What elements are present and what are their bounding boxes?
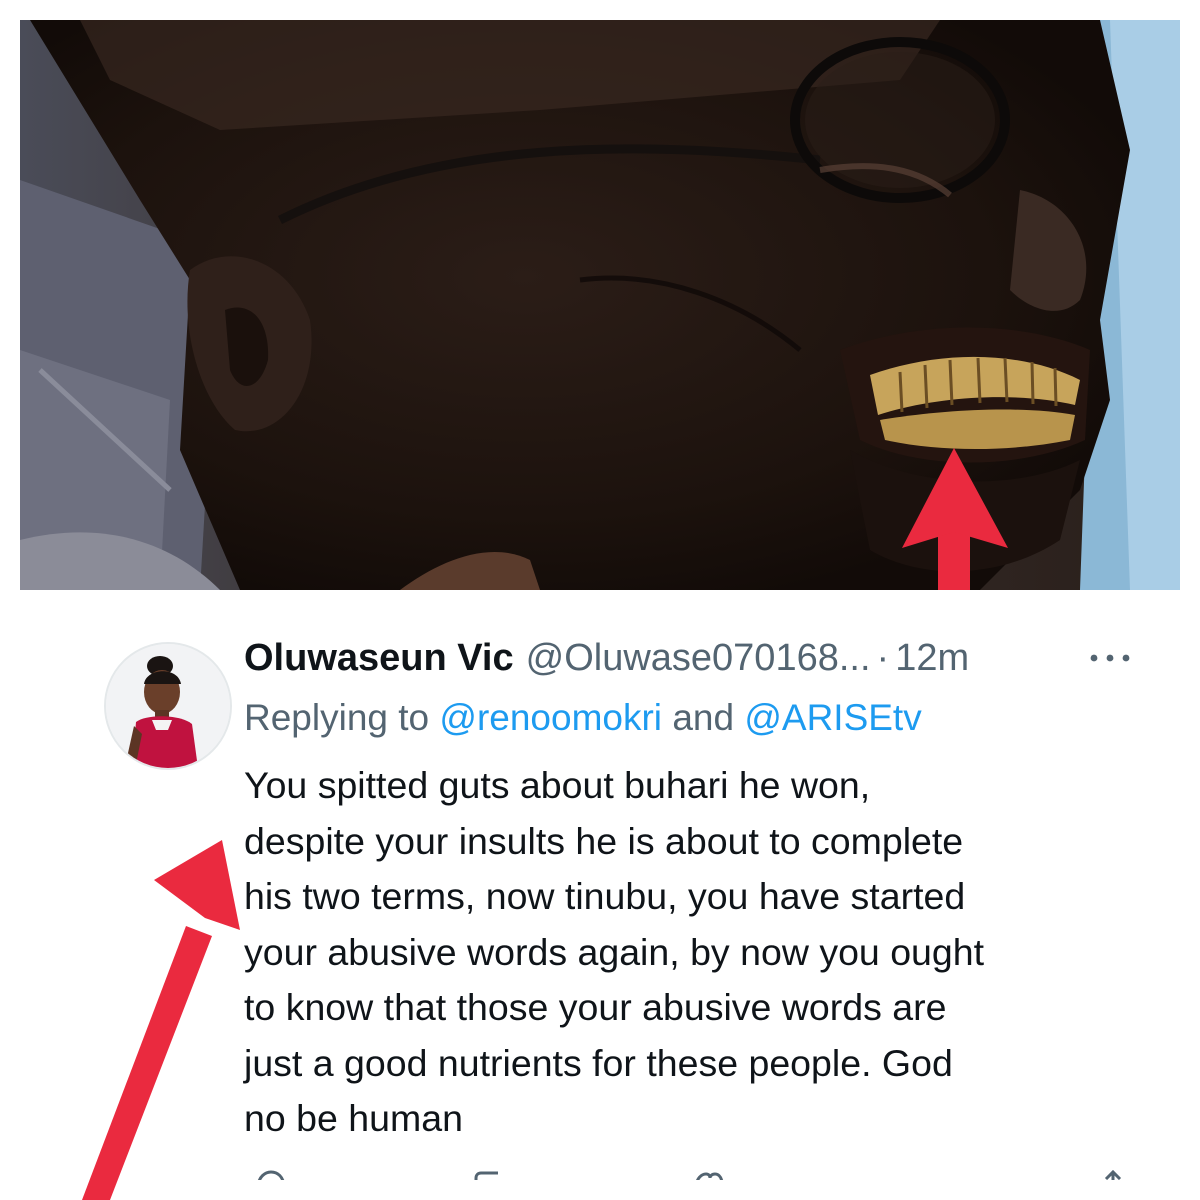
mention-joiner: and: [672, 697, 735, 738]
more-horizontal-icon[interactable]: [1084, 646, 1140, 670]
display-name[interactable]: Oluwaseun Vic: [244, 632, 514, 684]
separator-dot: ·: [876, 637, 890, 679]
tweet-header: Oluwaseun Vic @Oluwase070168... · 12m: [244, 632, 969, 684]
tweet-action-bar: [244, 1168, 1134, 1180]
like-icon[interactable]: [692, 1168, 726, 1180]
replying-to-line: Replying to @renoomokri and @ARISEtv: [244, 692, 922, 744]
tweet-body-line: his two terms, now tinubu, you have star…: [244, 875, 966, 917]
tweet-body-line: your abusive words again, by now you oug…: [244, 930, 985, 973]
tweet-body: You spitted guts about buhari he won, de…: [244, 758, 1124, 1147]
replying-prefix: Replying to: [244, 697, 430, 738]
reply-icon[interactable]: [254, 1168, 288, 1180]
retweet-icon[interactable]: [472, 1168, 506, 1180]
tweet-card[interactable]: Oluwaseun Vic @Oluwase070168... · 12m Re…: [20, 606, 1180, 1180]
mention-link[interactable]: @ARISEtv: [744, 697, 921, 738]
tweet-body-line: just a good nutrients for these people. …: [244, 1041, 953, 1084]
tweet-body-line: to know that those your abusive words ar…: [244, 986, 947, 1028]
tweet-body-line: no be human: [244, 1097, 463, 1139]
tweet-timestamp[interactable]: 12m: [895, 632, 969, 684]
close-up-photo: [20, 20, 1180, 590]
share-icon[interactable]: [1096, 1168, 1130, 1180]
screenshot-collage: Oluwaseun Vic @Oluwase070168... · 12m Re…: [0, 0, 1200, 1200]
user-handle[interactable]: @Oluwase070168...: [526, 632, 871, 684]
mention-link[interactable]: @renoomokri: [439, 697, 662, 738]
avatar[interactable]: [104, 642, 232, 770]
tweet-body-line: You spitted guts about buhari he won,: [244, 764, 871, 806]
tweet-body-line: despite your insults he is about to comp…: [244, 819, 964, 862]
